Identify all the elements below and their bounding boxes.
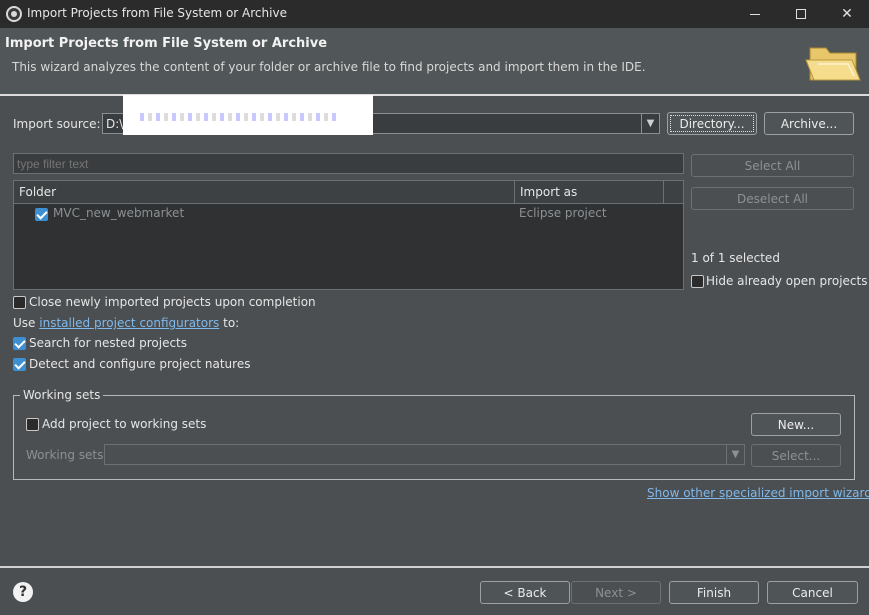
wizard-description: This wizard analyzes the content of your…: [12, 60, 646, 74]
finish-button[interactable]: Finish: [669, 581, 759, 604]
add-working-sets-checkbox[interactable]: [26, 418, 39, 431]
new-working-set-button[interactable]: New...: [751, 413, 841, 436]
hide-open-label[interactable]: Hide already open projects: [706, 274, 867, 288]
configurators-link[interactable]: installed project configurators: [39, 316, 219, 330]
working-sets-group: [13, 395, 855, 480]
back-button[interactable]: < Back: [480, 581, 570, 604]
minimize-icon: [750, 13, 760, 15]
minimize-button[interactable]: [732, 0, 778, 28]
row-import-as: Eclipse project: [519, 206, 607, 220]
close-newly-label[interactable]: Close newly imported projects upon compl…: [29, 295, 316, 309]
working-sets-legend: Working sets: [20, 388, 104, 402]
directory-button[interactable]: Directory...: [667, 112, 757, 135]
search-nested-label[interactable]: Search for nested projects: [29, 336, 187, 350]
maximize-icon: [796, 9, 806, 19]
detect-natures-label[interactable]: Detect and configure project natures: [29, 357, 250, 371]
select-all-button[interactable]: Select All: [691, 154, 854, 177]
help-icon[interactable]: ?: [13, 582, 33, 602]
cancel-button[interactable]: Cancel: [767, 581, 858, 604]
title-bar: Import Projects from File System or Arch…: [0, 0, 869, 28]
use-suffix-text: to:: [223, 316, 240, 330]
deselect-all-button[interactable]: Deselect All: [691, 187, 854, 210]
footer-separator: [0, 566, 869, 568]
close-newly-checkbox[interactable]: [13, 296, 26, 309]
open-folder-icon: [805, 47, 861, 81]
selected-count: 1 of 1 selected: [691, 251, 780, 265]
column-folder[interactable]: Folder: [14, 181, 515, 203]
wizard-header: Import Projects from File System or Arch…: [0, 28, 869, 94]
add-working-sets-label[interactable]: Add project to working sets: [42, 417, 206, 431]
row-checkbox[interactable]: [35, 208, 48, 221]
table-header: Folder Import as: [14, 181, 683, 204]
projects-table[interactable]: Folder Import as MVC_new_webmarket Eclip…: [13, 180, 684, 290]
import-source-value: D:\: [106, 117, 124, 131]
column-import-as[interactable]: Import as: [515, 181, 664, 203]
filter-input[interactable]: [13, 153, 684, 174]
next-button[interactable]: Next >: [571, 581, 661, 604]
chevron-down-icon[interactable]: ▼: [726, 445, 744, 464]
wizard-title: Import Projects from File System or Arch…: [5, 36, 328, 51]
close-icon: ✕: [841, 6, 853, 22]
eclipse-icon: [6, 6, 22, 22]
search-nested-checkbox[interactable]: [13, 337, 26, 350]
chevron-down-icon[interactable]: ▼: [641, 114, 659, 133]
window-title: Import Projects from File System or Arch…: [27, 6, 287, 20]
use-prefix-text: Use: [13, 316, 36, 330]
hide-open-checkbox[interactable]: [691, 275, 704, 288]
detect-natures-checkbox[interactable]: [13, 358, 26, 371]
archive-button[interactable]: Archive...: [764, 112, 854, 135]
maximize-button[interactable]: [778, 0, 824, 28]
redaction-pixels: [140, 113, 340, 121]
close-button[interactable]: ✕: [824, 0, 869, 28]
row-folder: MVC_new_webmarket: [53, 206, 185, 220]
table-row[interactable]: MVC_new_webmarket Eclipse project: [14, 205, 683, 223]
use-prefix: Use installed project configurators to:: [13, 316, 239, 330]
working-sets-combo[interactable]: ▼: [104, 444, 745, 465]
working-sets-label: Working sets:: [26, 448, 108, 462]
other-wizards-link[interactable]: Show other specialized import wizards: [647, 486, 869, 500]
select-working-set-button[interactable]: Select...: [751, 444, 841, 467]
import-source-label: Import source:: [13, 117, 101, 131]
